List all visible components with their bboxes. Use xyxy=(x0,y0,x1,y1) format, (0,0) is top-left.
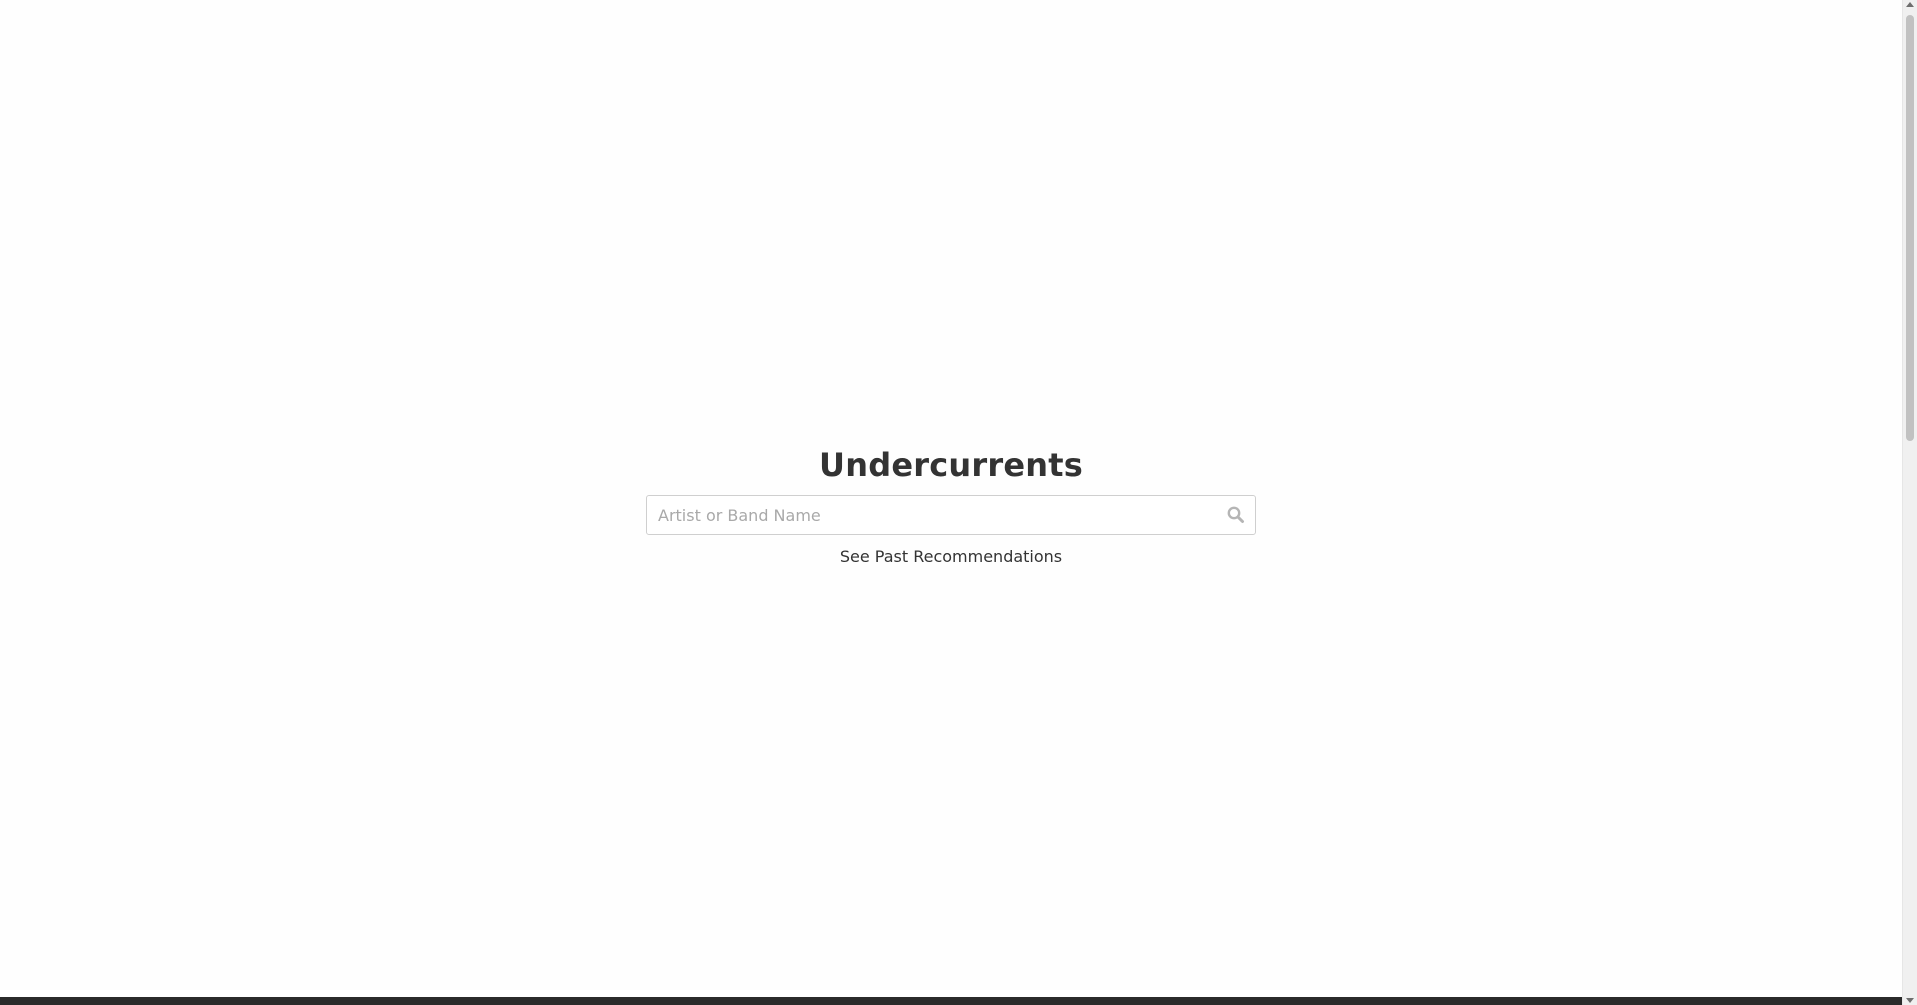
artist-search-input[interactable] xyxy=(646,495,1256,535)
search-panel: Undercurrents See Past Recommendations xyxy=(0,440,1902,568)
scroll-down-arrow-icon[interactable] xyxy=(1906,998,1914,1003)
bottom-bar xyxy=(0,997,1902,1005)
search-icon[interactable] xyxy=(1226,505,1246,525)
scroll-up-arrow-icon[interactable] xyxy=(1906,2,1914,7)
scrollbar-thumb[interactable] xyxy=(1906,15,1914,441)
main-viewport: Undercurrents See Past Recommendations xyxy=(0,0,1902,997)
search-box xyxy=(646,495,1256,535)
page: Undercurrents See Past Recommendations xyxy=(0,0,1917,1005)
vertical-scrollbar[interactable] xyxy=(1902,0,1917,1005)
app-title: Undercurrents xyxy=(819,446,1083,484)
past-recommendations-link[interactable]: See Past Recommendations xyxy=(840,546,1062,568)
